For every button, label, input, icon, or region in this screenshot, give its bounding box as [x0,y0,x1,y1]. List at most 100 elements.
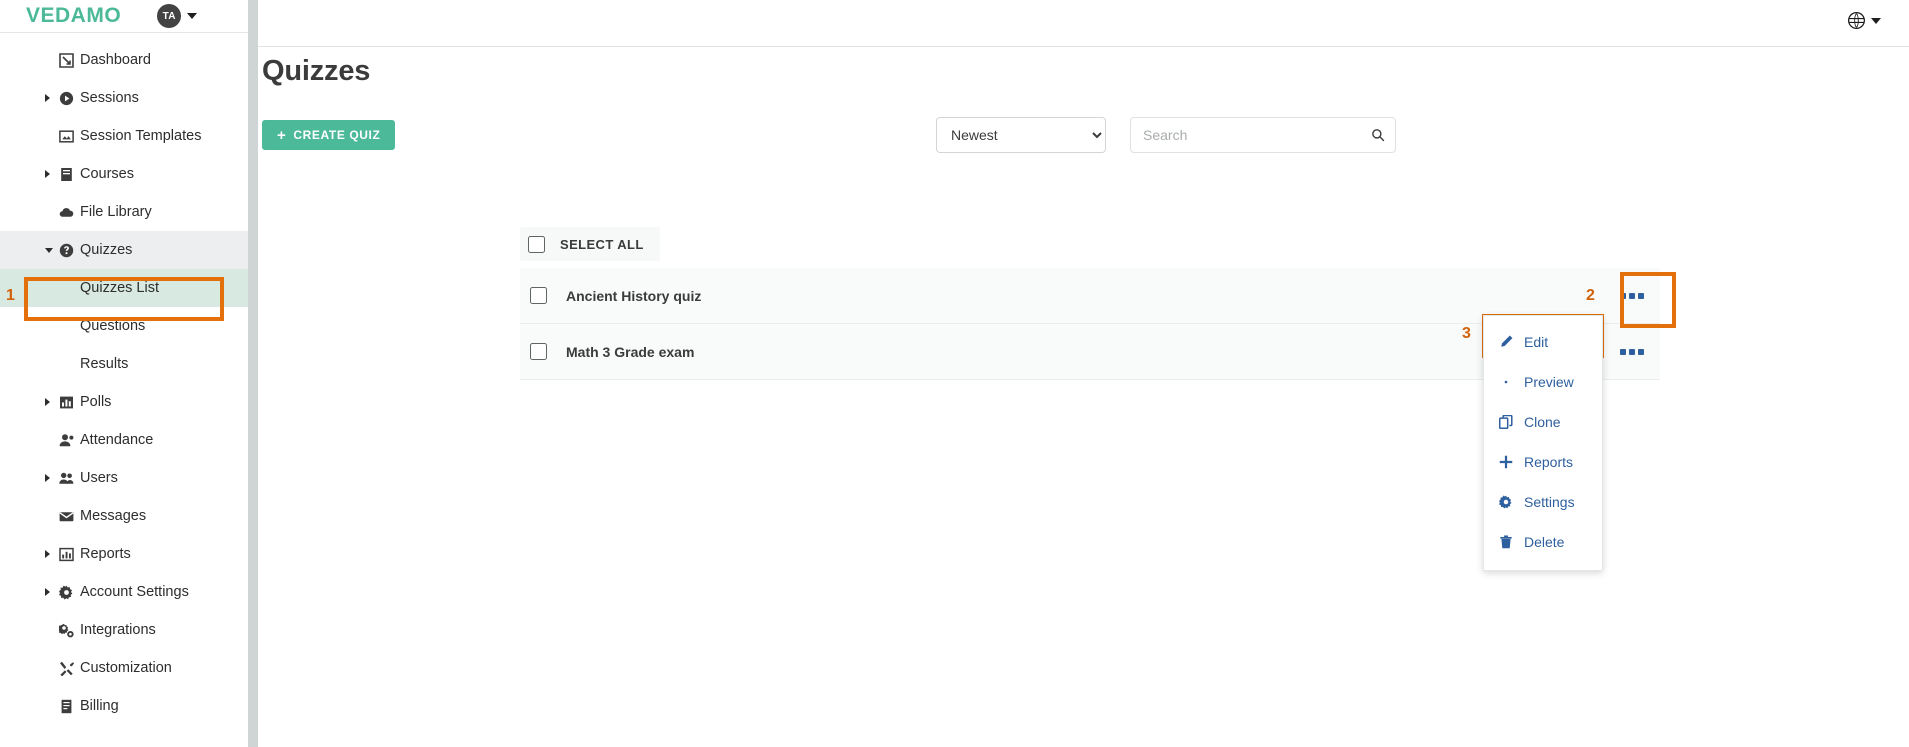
sidebar-item-label: Session Templates [80,128,202,144]
vedamo-logo[interactable]: VEDAMO [26,4,121,28]
users-icon [58,470,74,486]
quiz-name: Math 3 Grade exam [566,343,695,360]
sidebar-item-integrations[interactable]: Integrations [0,611,248,649]
bar-chart-icon [58,394,74,410]
quiz-name: Ancient History quiz [566,287,702,304]
chevron-right-icon [45,170,50,178]
context-menu-item-label: Edit [1524,334,1549,350]
ellipsis-icon [1629,349,1635,355]
sidebar-item-file-library[interactable]: File Library [0,193,248,231]
ellipsis-icon [1629,293,1635,299]
gear-icon [1498,494,1514,510]
sidebar-item-customization[interactable]: Customization [0,649,248,687]
context-menu-item-preview[interactable]: Preview [1484,362,1602,402]
globe-icon [1848,12,1865,29]
create-quiz-label: CREATE QUIZ [293,128,381,142]
row-checkbox[interactable] [530,343,547,360]
sidebar-item-label: File Library [80,204,152,220]
sidebar-item-account-settings[interactable]: Account Settings [0,573,248,611]
search-box [1130,117,1396,153]
sidebar-item-dashboard[interactable]: Dashboard [0,41,248,79]
play-circle-icon [58,90,74,106]
sidebar: VEDAMO TA Dashboard Sessions Session Templ… [0,0,248,747]
context-menu-item-settings[interactable]: Settings [1484,482,1602,522]
sidebar-scrollbar[interactable] [248,0,258,747]
sidebar-item-polls[interactable]: Polls [0,383,248,421]
sidebar-item-billing[interactable]: Billing [0,687,248,725]
dashboard-icon [58,52,74,68]
sidebar-item-label: Dashboard [80,52,151,68]
sidebar-item-quizzes-list[interactable]: Quizzes List [0,269,248,307]
sidebar-item-quizzes[interactable]: Quizzes [0,231,248,269]
chevron-right-icon [45,550,50,558]
select-all-bar: SELECT ALL [520,227,660,261]
search-input[interactable] [1131,118,1361,152]
annotation-number-3: 3 [1462,325,1471,342]
pencil-icon [1498,334,1514,350]
context-menu-item-label: Settings [1524,494,1575,510]
sidebar-item-sessions[interactable]: Sessions [0,79,248,117]
eye-icon [1498,374,1514,390]
sidebar-item-label: Results [80,356,129,372]
chevron-right-icon [45,94,50,102]
trash-icon [1498,534,1514,550]
chevron-right-icon [45,474,50,482]
user-menu[interactable]: TA [157,4,198,28]
context-menu-item-label: Preview [1524,374,1574,390]
plus-icon [1498,454,1514,470]
create-quiz-button[interactable]: + CREATE QUIZ [262,120,396,150]
context-menu-item-edit[interactable]: Edit [1484,322,1602,362]
chevron-down-icon [45,247,53,253]
ellipsis-icon [1638,293,1644,299]
sidebar-item-questions[interactable]: Questions [0,307,248,345]
user-check-icon [58,432,74,448]
gears-icon [58,622,74,638]
select-all-checkbox[interactable] [528,235,545,253]
sidebar-item-label: Sessions [80,90,139,106]
sidebar-nav: Dashboard Sessions Session Templates Course… [0,33,248,725]
select-all-label: SELECT ALL [560,236,644,252]
sidebar-item-label: Quizzes [80,242,133,258]
question-circle-icon [58,242,74,258]
sidebar-item-session-templates[interactable]: Session Templates [0,117,248,155]
page-title: Quizzes [262,55,371,87]
context-menu-item-reports[interactable]: Reports [1484,442,1602,482]
sidebar-item-reports[interactable]: Reports [0,535,248,573]
ellipsis-icon [1620,349,1626,355]
context-menu-item-clone[interactable]: Clone [1484,402,1602,442]
book-icon [58,166,74,182]
sidebar-item-attendance[interactable]: Attendance [0,421,248,459]
context-menu-item-label: Delete [1524,534,1565,550]
sidebar-item-label: Polls [80,394,112,410]
template-icon [58,128,74,144]
row-menu-button[interactable] [1604,324,1660,380]
sidebar-item-label: Courses [80,166,134,182]
sidebar-logo-bar: VEDAMO TA [0,0,248,33]
search-icon[interactable] [1361,118,1395,152]
language-selector[interactable] [1848,12,1881,29]
sidebar-item-label: Messages [80,508,147,524]
tools-icon [58,660,74,676]
sidebar-item-results[interactable]: Results [0,345,248,383]
row-menu-button[interactable] [1604,268,1660,324]
sidebar-item-label: Users [80,470,118,486]
sidebar-item-users[interactable]: Users [0,459,248,497]
sidebar-item-label: Customization [80,660,172,676]
chevron-right-icon [45,588,50,596]
avatar[interactable]: TA [157,4,182,28]
row-checkbox[interactable] [530,287,547,304]
context-menu-item-label: Clone [1524,414,1561,430]
sidebar-item-messages[interactable]: Messages [0,497,248,535]
chevron-down-icon [1871,17,1881,24]
chevron-right-icon [45,398,50,406]
ellipsis-icon [1638,349,1644,355]
sidebar-item-label: Account Settings [80,584,189,600]
app-root: VEDAMO TA Dashboard Sessions Session Templ… [0,0,1909,747]
top-bar [258,0,1909,47]
sidebar-item-label: Integrations [80,622,156,638]
sidebar-item-courses[interactable]: Courses [0,155,248,193]
context-menu-item-delete[interactable]: Delete [1484,522,1602,562]
plus-icon: + [277,126,287,144]
invoice-icon [58,698,74,714]
sort-select[interactable]: NewestOldestA-ZZ-A [936,117,1106,153]
